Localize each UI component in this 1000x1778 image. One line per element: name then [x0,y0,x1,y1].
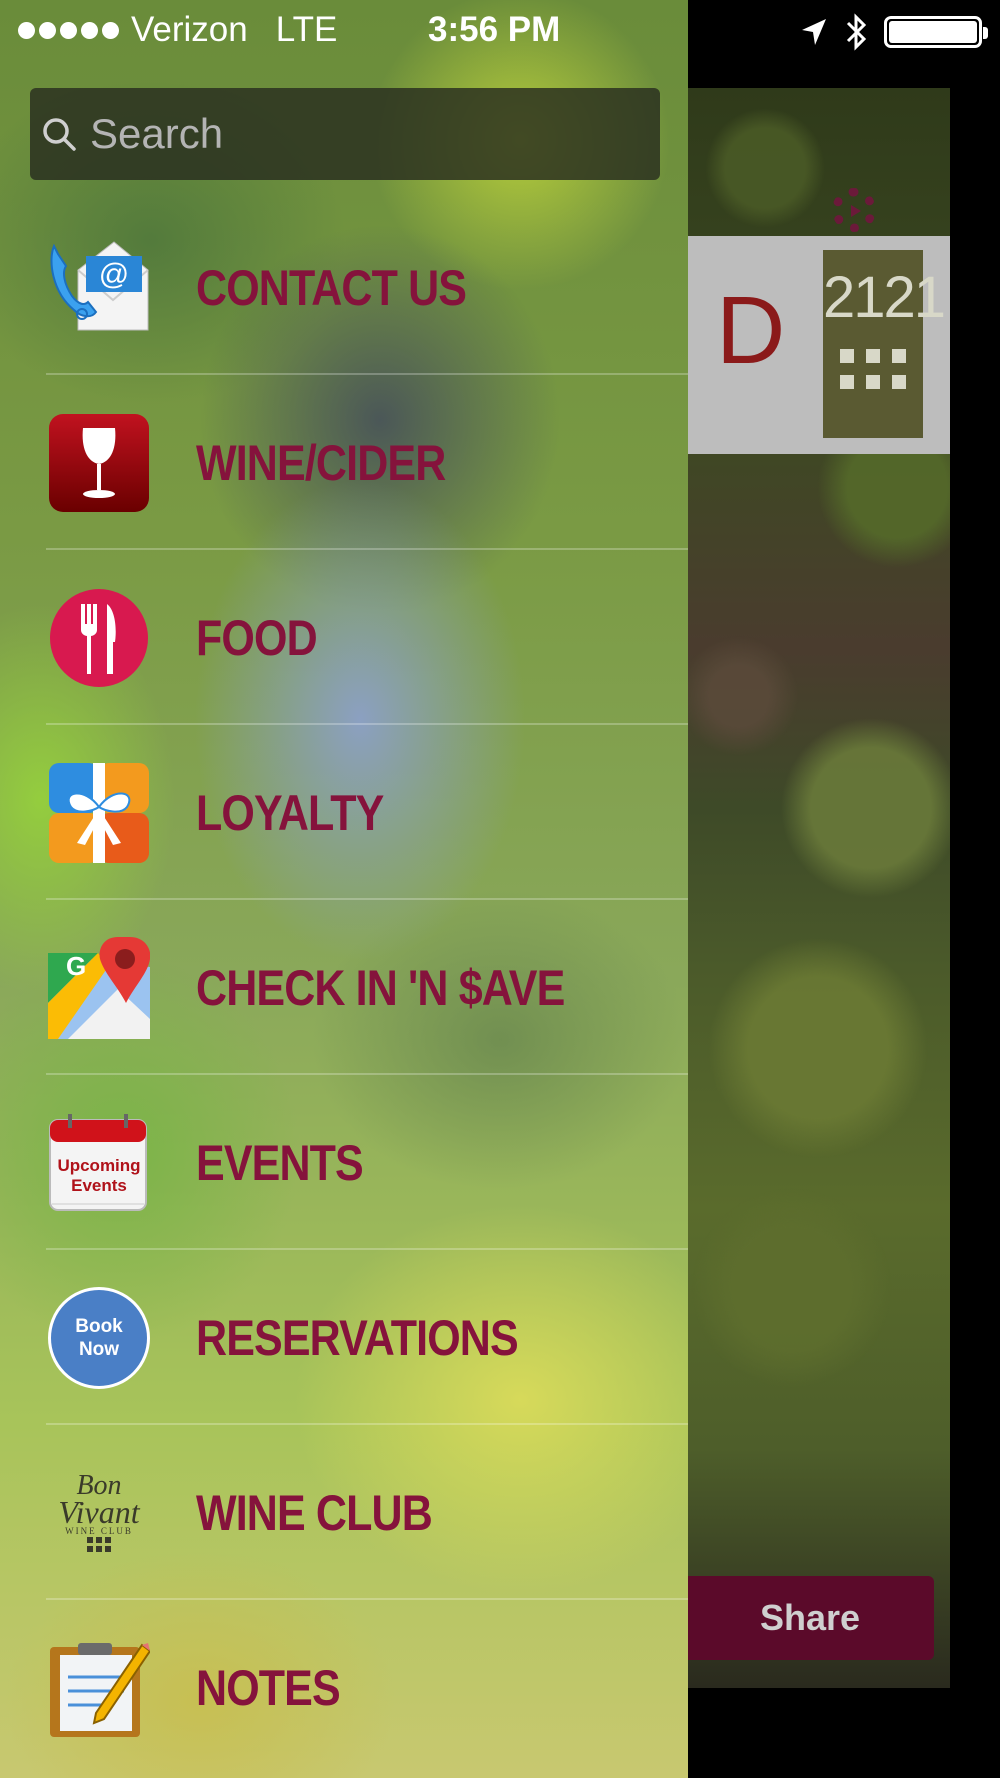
menu-item-label: WINE/CIDER [196,434,446,491]
logo-badge: 2121 [823,250,946,438]
calendar-icon-text-line-1: Upcoming [57,1155,141,1175]
search-input[interactable] [88,109,660,159]
battery-icon [884,16,988,48]
signal-strength-icon [18,21,119,39]
location-arrow-icon [802,19,826,45]
wine-glass-icon [48,412,150,514]
network-type: LTE [275,10,338,49]
svg-text:G: G [66,951,86,981]
notepad-icon [48,1637,150,1739]
menu-item-check-in[interactable]: G CHECK IN 'N $AVE [0,900,688,1075]
menu-item-label: LOYALTY [196,784,384,841]
menu-item-label: CONTACT US [196,259,467,316]
search-bar[interactable] [30,88,660,180]
background-app-screen: D 2121 Share [686,88,950,1688]
logo-dots-icon [823,349,923,389]
book-now-line-1: Book [75,1315,123,1337]
menu-item-events[interactable]: Upcoming Events EVENTS [0,1075,688,1250]
book-now-line-2: Now [78,1338,120,1360]
menu-item-contact-us[interactable]: @ CONTACT US [0,200,688,375]
wine-club-dots-icon [87,1537,111,1552]
settings-gear-icon[interactable] [832,188,876,232]
wine-club-logo-line-2: Vivant [58,1494,140,1530]
carrier-info: Verizon LTE [18,10,337,50]
book-now-icon: Book Now [48,1286,150,1389]
wine-club-logo-line-3: WINE CLUB [65,1526,133,1536]
fork-knife-icon [48,587,150,689]
logo-letter: D [716,277,786,384]
menu-item-food[interactable]: FOOD [0,550,688,725]
share-button[interactable]: Share [686,1576,934,1660]
bluetooth-icon [846,13,867,51]
side-menu-drawer: @ CONTACT US WINE/CIDER [0,0,688,1778]
status-icons [800,12,988,52]
menu-item-label: EVENTS [196,1134,364,1191]
winery-logo-banner: D 2121 [686,236,950,454]
menu-item-notes[interactable]: NOTES [0,1600,688,1775]
menu-item-label: FOOD [196,609,318,666]
svg-text:@: @ [99,258,129,291]
contact-icon: @ [48,237,150,339]
status-bar: Verizon LTE 3:56 PM [0,0,1000,64]
calendar-icon-text-line-2: Events [71,1175,127,1195]
menu-item-loyalty[interactable]: LOYALTY [0,725,688,900]
menu-item-label: NOTES [196,1659,341,1716]
menu-item-label: WINE CLUB [196,1484,433,1541]
menu-item-label: CHECK IN 'N $AVE [196,959,565,1016]
wine-club-logo-icon: Bon Vivant WINE CLUB [48,1462,150,1564]
clock: 3:56 PM [428,10,561,49]
menu-item-label: RESERVATIONS [196,1309,519,1366]
calendar-icon: Upcoming Events [48,1112,150,1214]
menu-item-reservations[interactable]: Book Now RESERVATIONS [0,1250,688,1425]
map-pin-icon: G [48,936,150,1039]
menu-list: @ CONTACT US WINE/CIDER FOOD LOYALTY G C… [0,200,688,1775]
menu-item-wine-club[interactable]: Bon Vivant WINE CLUB WINE CLUB [0,1425,688,1600]
menu-item-wine-cider[interactable]: WINE/CIDER [0,375,688,550]
logo-number: 2121 [823,265,946,330]
gift-icon [48,762,150,864]
carrier-name: Verizon [131,10,248,49]
search-icon [42,117,76,151]
